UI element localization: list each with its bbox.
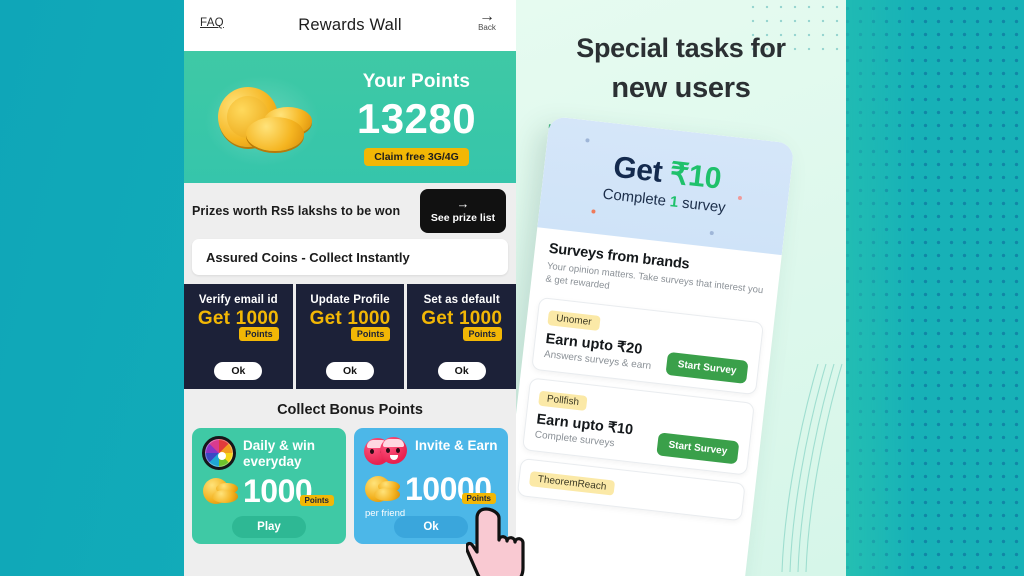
task-title: Update Profile — [310, 294, 390, 306]
promo-panel: Special tasks for new users Get ₹10 Comp… — [516, 0, 846, 576]
your-points-label: Your Points — [362, 71, 471, 92]
survey-brand-tag: Unomer — [547, 310, 601, 331]
bonus-points-tag: Points — [299, 495, 334, 506]
task-ok-button[interactable]: Ok — [437, 362, 486, 380]
task-card-list: Verify email id Get 1000 Points Ok Updat… — [184, 284, 516, 389]
assured-coins-banner[interactable]: Assured Coins - Collect Instantly — [192, 239, 508, 275]
task-card[interactable]: Update Profile Get 1000 Points Ok — [295, 284, 405, 389]
curved-lines-decoration — [781, 363, 843, 573]
prizes-row: Prizes worth Rs5 lakshs to be won → See … — [184, 183, 516, 239]
invite-friends-icon — [364, 436, 408, 468]
arrow-right-icon: → — [456, 196, 470, 211]
back-label: Back — [478, 23, 496, 32]
coins-icon — [364, 474, 402, 504]
gold-coins-icon — [211, 80, 316, 159]
claim-free-data-button[interactable]: Claim free 3G/4G — [364, 148, 469, 166]
task-points-tag: Points — [350, 327, 391, 341]
collect-bonus-points-heading: Collect Bonus Points — [277, 402, 423, 418]
bonus-title-line1: Daily & win — [243, 438, 316, 453]
see-prize-list-label: See prize list — [430, 212, 496, 224]
task-points-tag: Points — [239, 327, 279, 341]
spin-wheel-icon — [202, 436, 236, 470]
task-ok-button[interactable]: Ok — [326, 362, 375, 380]
bonus-card-title: Invite & Earn — [415, 436, 498, 454]
banner-sub-count: 1 — [668, 193, 680, 211]
task-title: Verify email id — [198, 294, 278, 306]
tilted-app-screenshot-card: Get ₹10 Complete 1 survey Surveys from b… — [516, 116, 795, 576]
bonus-title-line2: everyday — [243, 454, 302, 469]
play-button[interactable]: Play — [232, 516, 306, 538]
survey-brand-tag: TheoremReach — [528, 471, 616, 496]
bonus-card-daily-win[interactable]: Daily & win everyday 1000 Points Play — [192, 428, 346, 544]
prizes-text: Prizes worth Rs5 lakshs to be won — [192, 204, 401, 218]
back-arrow-icon: → — [479, 8, 495, 25]
faq-link[interactable]: FAQ — [200, 17, 224, 29]
bonus-title-line1: Invite & Earn — [415, 438, 498, 453]
bonus-card-title: Daily & win everyday — [243, 436, 315, 470]
headline-line2: new users — [611, 72, 751, 104]
points-value: 13280 — [356, 95, 477, 142]
survey-card[interactable]: Pollfish Earn upto ₹10 Complete surveys … — [522, 377, 755, 476]
task-card[interactable]: Verify email id Get 1000 Points Ok — [184, 284, 293, 389]
promo-headline: Special tasks for new users — [516, 28, 846, 108]
screenshot-stage: FAQ Rewards Wall → Back Your Points 1328… — [0, 0, 1024, 576]
points-hero: Your Points 13280 Claim free 3G/4G — [184, 51, 516, 183]
see-prize-list-button[interactable]: → See prize list — [420, 189, 506, 233]
survey-card[interactable]: Unomer Earn upto ₹20 Answers surveys & e… — [531, 296, 764, 396]
rewards-wall-phone-panel: FAQ Rewards Wall → Back Your Points 1328… — [184, 0, 516, 576]
app-bar: FAQ Rewards Wall → Back — [184, 0, 516, 51]
bonus-points-tag: Points — [461, 493, 496, 504]
survey-brand-tag: Pollfish — [538, 390, 588, 411]
points-block: Your Points 13280 Claim free 3G/4G — [324, 71, 509, 166]
banner-get-word: Get — [611, 150, 664, 189]
banner-amount: ₹10 — [668, 157, 723, 196]
pointing-hand-cursor — [466, 507, 525, 576]
task-ok-button[interactable]: Ok — [214, 362, 263, 380]
banner-sub-suffix: survey — [681, 194, 727, 217]
assured-coins-label: Assured Coins - Collect Instantly — [206, 249, 410, 265]
task-card[interactable]: Set as default Get 1000 Points Ok — [407, 284, 516, 389]
halftone-dot-background — [838, 0, 1024, 576]
task-title: Set as default — [423, 294, 500, 306]
task-points-tag: Points — [462, 327, 503, 341]
back-button[interactable]: → Back — [470, 8, 504, 33]
coins-icon — [202, 476, 240, 506]
page-title: Rewards Wall — [298, 16, 402, 34]
headline-line1: Special tasks for — [576, 33, 786, 63]
invite-ok-button[interactable]: Ok — [394, 516, 468, 538]
